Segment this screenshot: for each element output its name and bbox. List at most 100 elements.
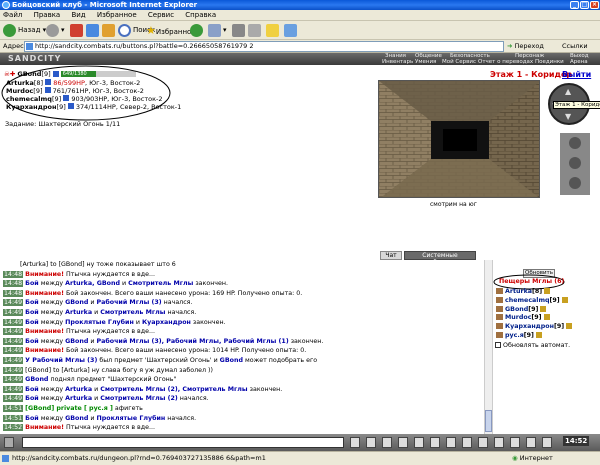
send-icon[interactable] [350, 437, 360, 448]
user-list-item[interactable]: GBond[9] [496, 305, 600, 315]
bag-icon[interactable] [569, 177, 581, 189]
info-icon[interactable] [535, 331, 542, 338]
user-list-item[interactable]: Куархандрон[9] [496, 323, 600, 332]
clear-icon[interactable] [414, 437, 424, 448]
user-name[interactable]: Murdoc [505, 314, 531, 321]
lock-icon[interactable] [510, 437, 520, 448]
chat-highlight[interactable]: Смотритель Мглы (2), Смотритель Мглы [100, 386, 247, 393]
mail-button[interactable]: ▾ [208, 23, 227, 38]
chat-highlight[interactable]: Бой [25, 338, 39, 345]
mail-icon[interactable] [542, 437, 552, 448]
exit-link[interactable]: Выйти [562, 70, 591, 79]
chat-highlight[interactable]: Рабочий Мглы (3) [97, 299, 162, 306]
chat-scrollbar[interactable] [484, 260, 492, 434]
address-input[interactable]: http://sandcity.combats.ru/buttons.pl?ba… [24, 41, 504, 52]
chat-highlight[interactable]: Куархандрон [142, 319, 191, 326]
filter-icon[interactable] [398, 437, 408, 448]
arrow-down-icon[interactable]: ▼ [565, 112, 571, 121]
user-list-item[interactable]: Arturka[8] [496, 288, 600, 297]
scroll-icon[interactable] [526, 437, 536, 448]
settings-icon[interactable] [446, 437, 456, 448]
private-message-icon[interactable] [496, 331, 503, 338]
sound-icon[interactable] [462, 437, 472, 448]
chat-highlight[interactable]: Arturka [65, 386, 92, 393]
links-button[interactable]: Ссылки [562, 41, 588, 52]
history-button[interactable] [190, 23, 205, 38]
chat-highlight[interactable]: Бой [25, 395, 39, 402]
private-message-icon[interactable] [496, 288, 503, 294]
chat-highlight[interactable]: GBond [25, 376, 48, 383]
info-icon[interactable] [561, 296, 568, 303]
auto-refresh-checkbox[interactable] [495, 342, 501, 348]
chat-highlight[interactable]: Бой [25, 309, 39, 316]
arrow-up-icon[interactable]: ▲ [565, 87, 571, 96]
translit-icon[interactable] [494, 437, 504, 448]
chat-input[interactable] [22, 437, 344, 448]
user-name[interactable]: Arturka [505, 288, 532, 295]
tab-system-messages[interactable]: Системные сообщения [404, 251, 476, 266]
menu-edit[interactable]: Правка [34, 11, 61, 19]
menu-favorites[interactable]: Избранное [97, 11, 137, 19]
forward-button[interactable]: ▾ [46, 23, 65, 38]
tab-chat[interactable]: Чат [380, 251, 402, 260]
map-icon[interactable] [569, 137, 581, 149]
chat-highlight[interactable]: GBond [65, 338, 88, 345]
private-message-icon[interactable] [496, 323, 503, 330]
minimize-button[interactable]: _ [570, 1, 579, 9]
info-icon[interactable] [543, 314, 550, 321]
user-list-item[interactable]: chemecalmq[9] [496, 296, 600, 306]
smile-icon[interactable] [382, 437, 392, 448]
chat-highlight[interactable]: Arturka [65, 395, 92, 402]
favorites-button[interactable]: ★Избранное [146, 23, 196, 38]
log-icon[interactable] [478, 437, 488, 448]
chat-highlight[interactable]: GBond [220, 357, 243, 364]
chat-highlight[interactable]: У Рабочий Мглы (3) [25, 357, 97, 364]
user-name[interactable]: GBond [505, 306, 528, 313]
menu-tools[interactable]: Сервис [148, 11, 174, 19]
user-list-item[interactable]: Murdoc[9] [496, 314, 600, 323]
info-icon[interactable] [544, 288, 551, 294]
refresh-button[interactable] [86, 23, 101, 38]
chat-highlight[interactable]: Смотритель Мглы [100, 309, 165, 316]
user-name[interactable]: chemecalmq [505, 297, 550, 304]
chat-highlight[interactable]: Бой [25, 319, 39, 326]
chat-highlight[interactable]: Бой [25, 386, 39, 393]
private-message-icon[interactable] [496, 305, 503, 312]
menu-view[interactable]: Вид [71, 11, 85, 19]
chat-highlight[interactable]: Проклятые Глубин [97, 415, 166, 422]
chat-highlight[interactable]: Рабочий Мглы (3), Рабочий Мглы, Рабочий … [97, 338, 289, 345]
info-icon[interactable] [540, 305, 547, 312]
gear-icon[interactable] [569, 157, 581, 169]
maximize-button[interactable]: □ [580, 1, 589, 9]
pencil-icon[interactable] [366, 437, 376, 448]
chat-highlight[interactable]: Arturka, GBond [65, 280, 120, 287]
scroll-thumb[interactable] [485, 410, 492, 432]
chat-highlight[interactable]: Бой [25, 299, 39, 306]
chat-highlight[interactable]: Смотритель Мглы (2) [100, 395, 178, 402]
private-message-icon[interactable] [496, 314, 503, 321]
font-icon[interactable] [430, 437, 440, 448]
edit-button[interactable] [248, 23, 263, 38]
menu-help[interactable]: Справка [185, 11, 216, 19]
folder-button[interactable] [266, 23, 281, 38]
private-message-icon[interactable] [496, 296, 503, 303]
stop-button[interactable] [70, 23, 85, 38]
chat-mode-icon[interactable] [4, 437, 14, 448]
user-name[interactable]: рус.я [505, 332, 524, 339]
chat-highlight[interactable]: Смотритель Мглы [128, 280, 193, 287]
chat-highlight[interactable]: GBond [65, 415, 88, 422]
chat-highlight[interactable]: Проклятые Глубин [65, 319, 134, 326]
user-name[interactable]: Куархандрон [505, 323, 554, 330]
chat-highlight[interactable]: GBond [65, 299, 88, 306]
go-button[interactable]: ➜ Переход [507, 41, 544, 52]
chat-highlight[interactable]: Arturka [65, 309, 92, 316]
chat-highlight[interactable]: Бой [25, 415, 39, 422]
close-button[interactable]: × [590, 1, 599, 9]
back-button[interactable]: Назад ▾ [3, 23, 46, 38]
home-button[interactable] [102, 23, 117, 38]
menu-file[interactable]: Файл [3, 11, 22, 19]
chat-highlight[interactable]: Бой [25, 280, 39, 287]
info-icon[interactable] [566, 323, 573, 330]
user-list-item[interactable]: рус.я[9] [496, 331, 600, 341]
print-button[interactable] [232, 23, 247, 38]
